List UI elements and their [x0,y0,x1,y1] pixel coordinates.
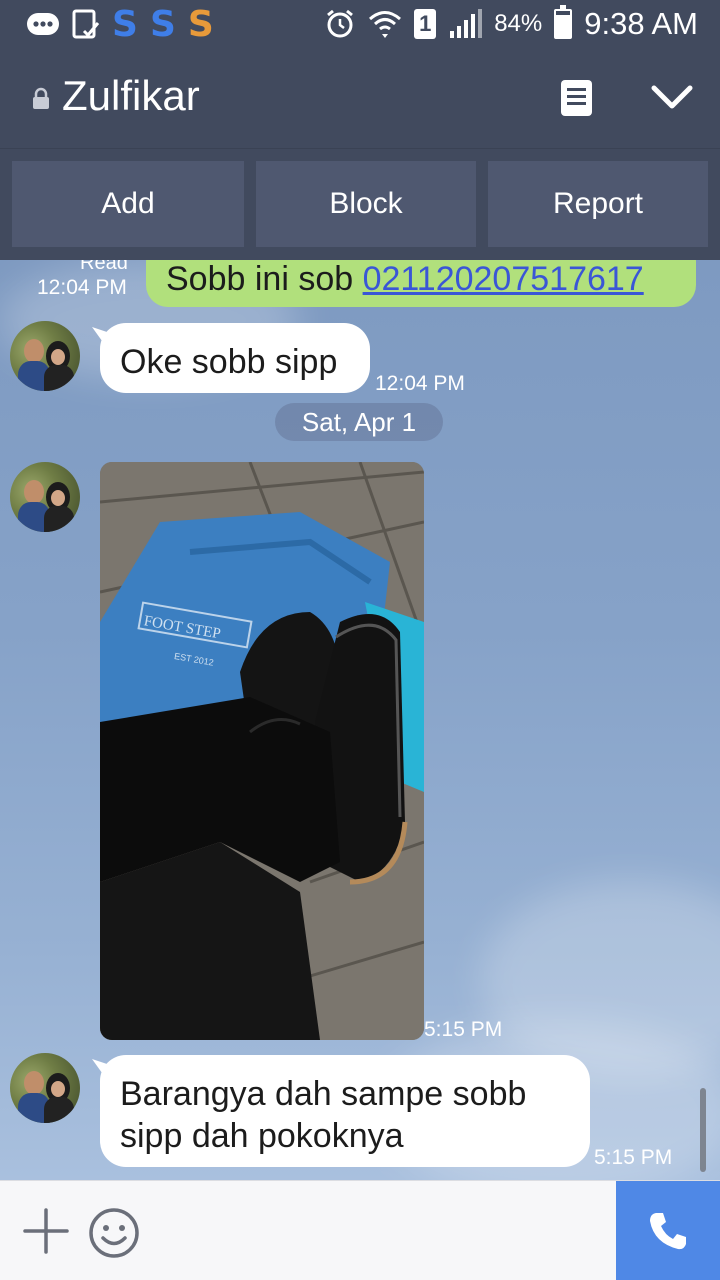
message-time: 5:15 PM [424,1018,503,1041]
chevron-down-icon[interactable] [650,82,694,112]
battery-percent: 84% [494,10,543,37]
note-icon[interactable] [561,80,592,116]
avatar[interactable] [10,462,80,532]
plus-icon[interactable] [22,1207,70,1255]
s-app-icon-orange: S [187,4,214,45]
call-button[interactable] [616,1181,720,1280]
message-text: Sobb ini sob [166,260,363,298]
sent-message-bubble[interactable]: Sobb ini sob 021120207517617 [146,260,696,307]
s-app-icon-blue: S [149,4,176,45]
avatar[interactable] [10,1053,80,1123]
image-message[interactable]: FOOT STEP EST 2012 [100,462,424,1040]
received-message-bubble[interactable]: Oke sobb sipp [100,323,370,393]
status-bar: S S S 1 84% 9:38 AM [0,0,720,50]
scrollbar[interactable] [700,1088,706,1172]
s-app-icon-blue: S [112,4,138,45]
message-time: 12:04 PM [375,372,465,395]
block-button[interactable]: Block [256,161,476,247]
message-text: Barangya dah sampe sobb sipp dah pokokny… [120,1075,527,1155]
message-text: Oke sobb sipp [120,343,338,381]
contact-name: Zulfikar [62,72,200,119]
lock-icon [33,87,49,109]
message-time: 5:15 PM [594,1146,673,1169]
shoes-photo: FOOT STEP EST 2012 [100,462,424,1040]
alarm-icon [324,7,356,41]
action-bar: Add Block Report [0,148,720,260]
read-receipt: Read [80,260,128,274]
date-divider: Sat, Apr 1 [275,403,443,441]
wifi-icon [368,7,402,41]
clipboard-icon [72,8,100,42]
signal-icon [448,7,483,41]
emoji-icon[interactable] [88,1207,140,1259]
phone-icon [650,1213,686,1250]
battery-icon [554,5,573,39]
chat-area[interactable]: Read 12:04 PM Sobb ini sob 0211202075176… [0,260,720,1180]
report-button[interactable]: Report [488,161,708,247]
message-icon [26,8,60,42]
phone-number-link[interactable]: 021120207517617 [363,260,644,298]
received-message-bubble[interactable]: Barangya dah sampe sobb sipp dah pokokny… [100,1055,590,1167]
avatar[interactable] [10,321,80,391]
chat-header: Zulfikar [0,50,720,148]
sim-icon: 1 [414,9,437,39]
clock: 9:38 AM [584,6,698,41]
input-bar [0,1180,720,1280]
add-button[interactable]: Add [12,161,244,247]
message-time: 12:04 PM [37,276,127,299]
